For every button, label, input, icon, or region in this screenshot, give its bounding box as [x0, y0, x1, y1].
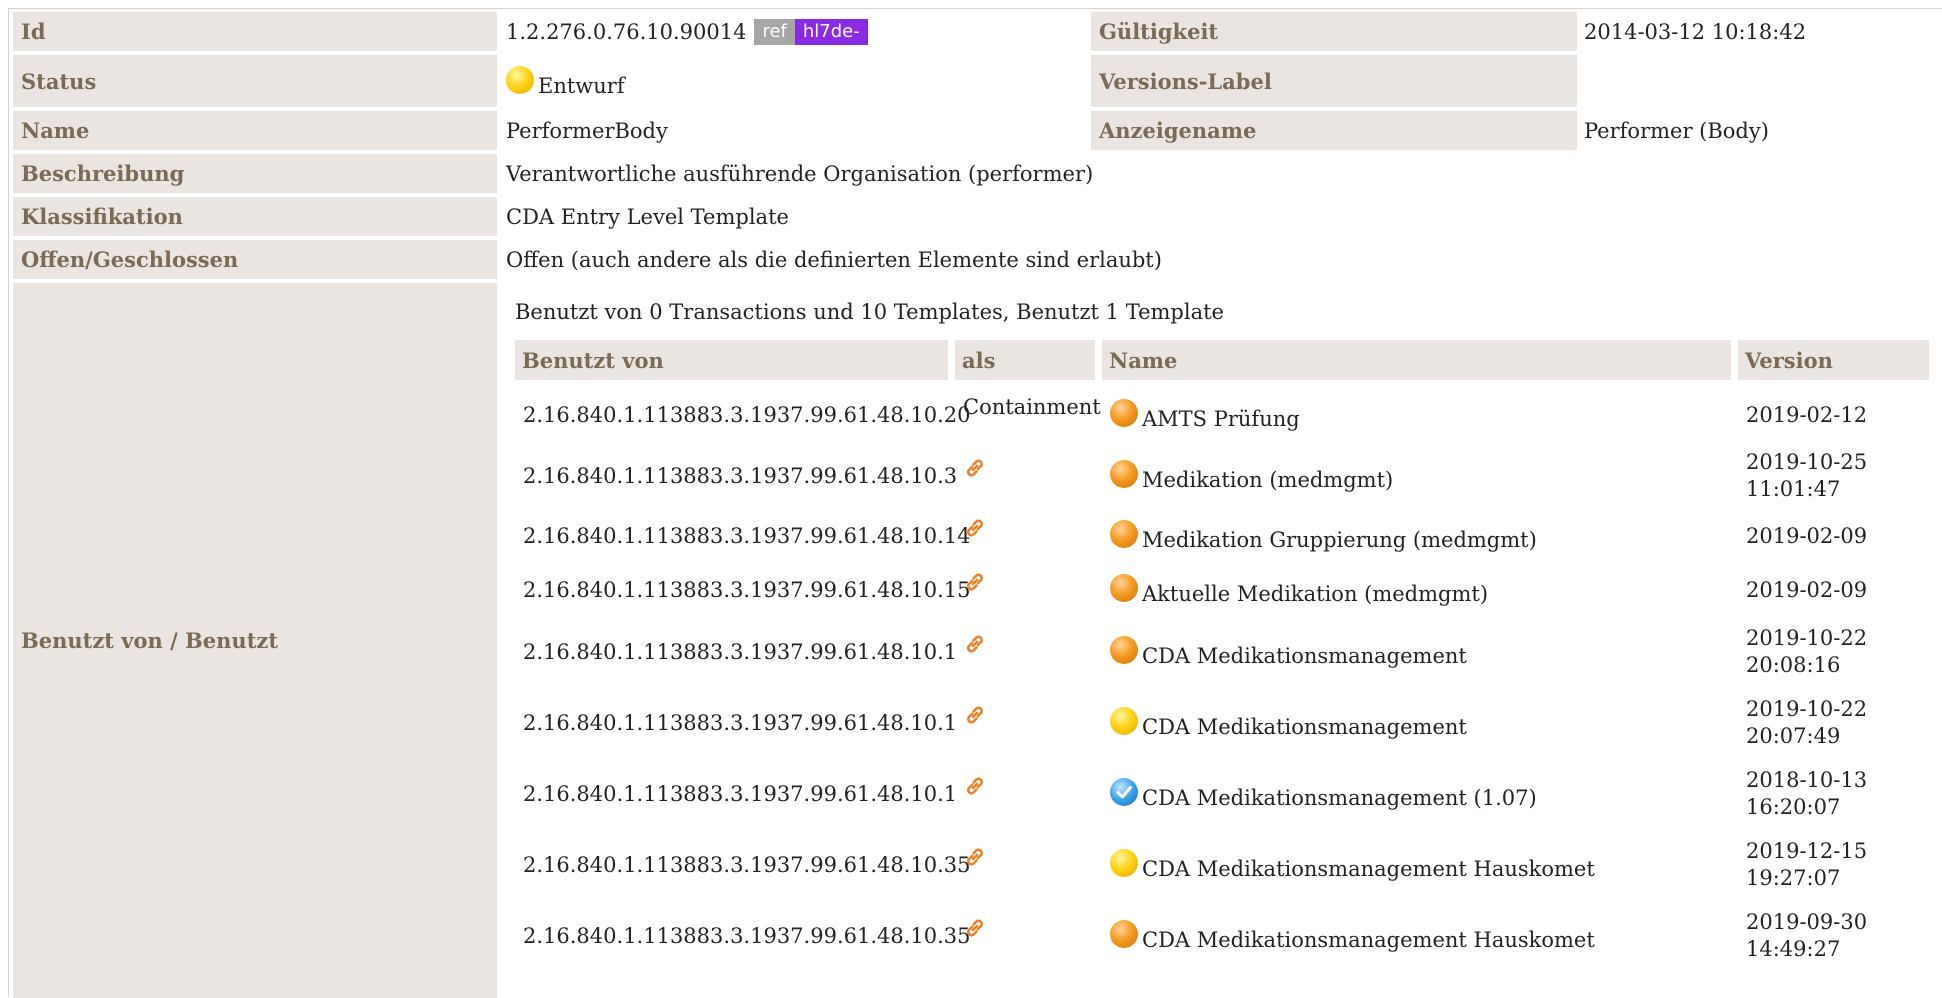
template-version: 2019-10-22 20:08:16 — [1746, 626, 1868, 677]
as-link-cell — [963, 565, 1103, 615]
status-pending-icon — [1110, 636, 1138, 664]
column-header-used-by: Benutzt von — [515, 340, 948, 380]
column-header-name: Name — [1102, 340, 1731, 380]
used-by-id: 2.16.840.1.113883.3.1937.99.61.48.10.14 — [523, 524, 971, 548]
template-version: 2019-02-12 — [1746, 402, 1868, 427]
used-by-id: 2.16.840.1.113883.3.1937.99.61.48.10.15 — [523, 578, 971, 602]
used-by-id: 2.16.840.1.113883.3.1937.99.61.48.10.1 — [523, 711, 958, 735]
used-by-id: 2.16.840.1.113883.3.1937.99.61.48.10.20 — [523, 403, 971, 427]
as-link-cell — [963, 445, 1103, 507]
template-detail-table: Id 1.2.276.0.76.10.90014 ref hl7de- Gülti… — [8, 8, 1942, 998]
template-name-cell: Aktuelle Medikation (medmgmt) — [1110, 565, 1730, 615]
used-by-id: 2.16.840.1.113883.3.1937.99.61.48.10.1 — [523, 782, 958, 806]
anzeigename-label: Anzeigename — [1091, 111, 1577, 150]
status-label: Status — [13, 55, 497, 107]
template-version: 2019-12-15 19:27:07 — [1746, 839, 1868, 890]
status-draft-icon — [1110, 849, 1138, 877]
as-type: Containment — [963, 395, 1101, 419]
status-pending-icon — [1110, 574, 1138, 602]
prefix-badge: hl7de- — [794, 18, 868, 45]
beschreibung-value: Verantwortliche ausführende Organisation… — [506, 161, 1094, 186]
template-version: 2019-02-09 — [1746, 523, 1868, 548]
beschreibung-label: Beschreibung — [13, 154, 497, 193]
template-name-link[interactable]: AMTS Prüfung — [1142, 407, 1300, 431]
versions-label-value — [1584, 55, 1924, 107]
template-name-link[interactable]: CDA Medikationsmanagement Hauskomet — [1142, 857, 1595, 881]
klassifikation-value: CDA Entry Level Template — [506, 204, 789, 229]
template-name-cell: Medikation Gruppierung (medmgmt) — [1110, 512, 1730, 560]
used-by-id: 2.16.840.1.113883.3.1937.99.61.48.10.3 — [523, 464, 958, 488]
status-pending-icon — [1110, 520, 1138, 548]
as-link-cell — [963, 903, 1103, 969]
status-final-check-icon — [1110, 778, 1138, 806]
usage-summary: Benutzt von 0 Transactions und 10 Templa… — [515, 300, 1224, 324]
benutzt-label: Benutzt von / Benutzt — [13, 283, 497, 998]
used-by-id: 2.16.840.1.113883.3.1937.99.61.48.10.35 — [523, 853, 971, 877]
offen-value: Offen (auch andere als die definierten E… — [506, 247, 1162, 272]
klassifikation-label: Klassifikation — [13, 197, 497, 236]
link-icon[interactable] — [963, 570, 987, 599]
status-value: Entwurf — [506, 55, 1086, 107]
template-name-cell: CDA Medikationsmanagement — [1110, 690, 1730, 756]
template-name-cell: CDA Medikationsmanagement Hauskomet — [1110, 832, 1730, 898]
as-link-cell — [963, 761, 1103, 827]
offen-label: Offen/Geschlossen — [13, 240, 497, 279]
name-label: Name — [13, 111, 497, 150]
template-name-link[interactable]: CDA Medikationsmanagement Hauskomet — [1142, 928, 1595, 952]
template-name-link[interactable]: CDA Medikationsmanagement — [1142, 644, 1467, 668]
template-version: 2019-09-30 14:49:27 — [1746, 910, 1868, 961]
template-version: 2019-10-25 11:01:47 — [1746, 450, 1868, 501]
name-value: PerformerBody — [506, 118, 668, 143]
link-icon[interactable] — [963, 845, 987, 874]
used-by-id: 2.16.840.1.113883.3.1937.99.61.48.10.35 — [523, 924, 971, 948]
id-value: 1.2.276.0.76.10.90014 ref hl7de- — [506, 12, 1086, 51]
template-name-cell: Medikation (medmgmt) — [1110, 445, 1730, 507]
template-name-link[interactable]: Medikation (medmgmt) — [1142, 468, 1393, 492]
as-link-cell — [963, 619, 1103, 685]
status-draft-icon — [1110, 707, 1138, 735]
template-name-link[interactable]: Aktuelle Medikation (medmgmt) — [1142, 582, 1488, 606]
link-icon[interactable] — [963, 516, 987, 545]
status-text: Entwurf — [538, 74, 625, 98]
versions-label-label: Versions-Label — [1091, 55, 1577, 107]
template-name-cell: CDA Medikationsmanagement — [1110, 619, 1730, 685]
template-name-cell: AMTS Prüfung — [1110, 389, 1730, 441]
gueltigkeit-value: 2014-03-12 10:18:42 — [1584, 19, 1807, 44]
status-pending-icon — [1110, 399, 1138, 427]
link-icon[interactable] — [963, 703, 987, 732]
link-icon[interactable] — [963, 774, 987, 803]
link-icon[interactable] — [963, 632, 987, 661]
status-draft-icon — [506, 66, 534, 94]
as-link-cell — [963, 690, 1103, 756]
template-name-cell: CDA Medikationsmanagement (1.07) — [1110, 761, 1730, 827]
id-label: Id — [13, 12, 497, 51]
status-pending-icon — [1110, 920, 1138, 948]
gueltigkeit-label: Gültigkeit — [1091, 12, 1577, 51]
template-version: 2019-10-22 20:07:49 — [1746, 697, 1868, 748]
column-header-as: als — [955, 340, 1095, 380]
template-name-link[interactable]: Medikation Gruppierung (medmgmt) — [1142, 528, 1537, 552]
as-link-cell — [963, 512, 1103, 560]
template-version: 2019-02-09 — [1746, 577, 1868, 602]
template-version: 2018-10-13 16:20:07 — [1746, 768, 1868, 819]
used-by-id: 2.16.840.1.113883.3.1937.99.61.48.10.1 — [523, 640, 958, 664]
link-icon[interactable] — [963, 916, 987, 945]
template-name-link[interactable]: CDA Medikationsmanagement — [1142, 715, 1467, 739]
ref-badge: ref — [754, 18, 795, 45]
template-id: 1.2.276.0.76.10.90014 — [506, 19, 747, 44]
column-header-version: Version — [1738, 340, 1929, 380]
status-pending-icon — [1110, 460, 1138, 488]
as-link-cell — [963, 832, 1103, 898]
anzeigename-value: Performer (Body) — [1584, 118, 1769, 143]
template-name-link[interactable]: CDA Medikationsmanagement (1.07) — [1142, 786, 1537, 810]
template-name-cell: CDA Medikationsmanagement Hauskomet — [1110, 903, 1730, 969]
link-icon[interactable] — [963, 456, 987, 485]
